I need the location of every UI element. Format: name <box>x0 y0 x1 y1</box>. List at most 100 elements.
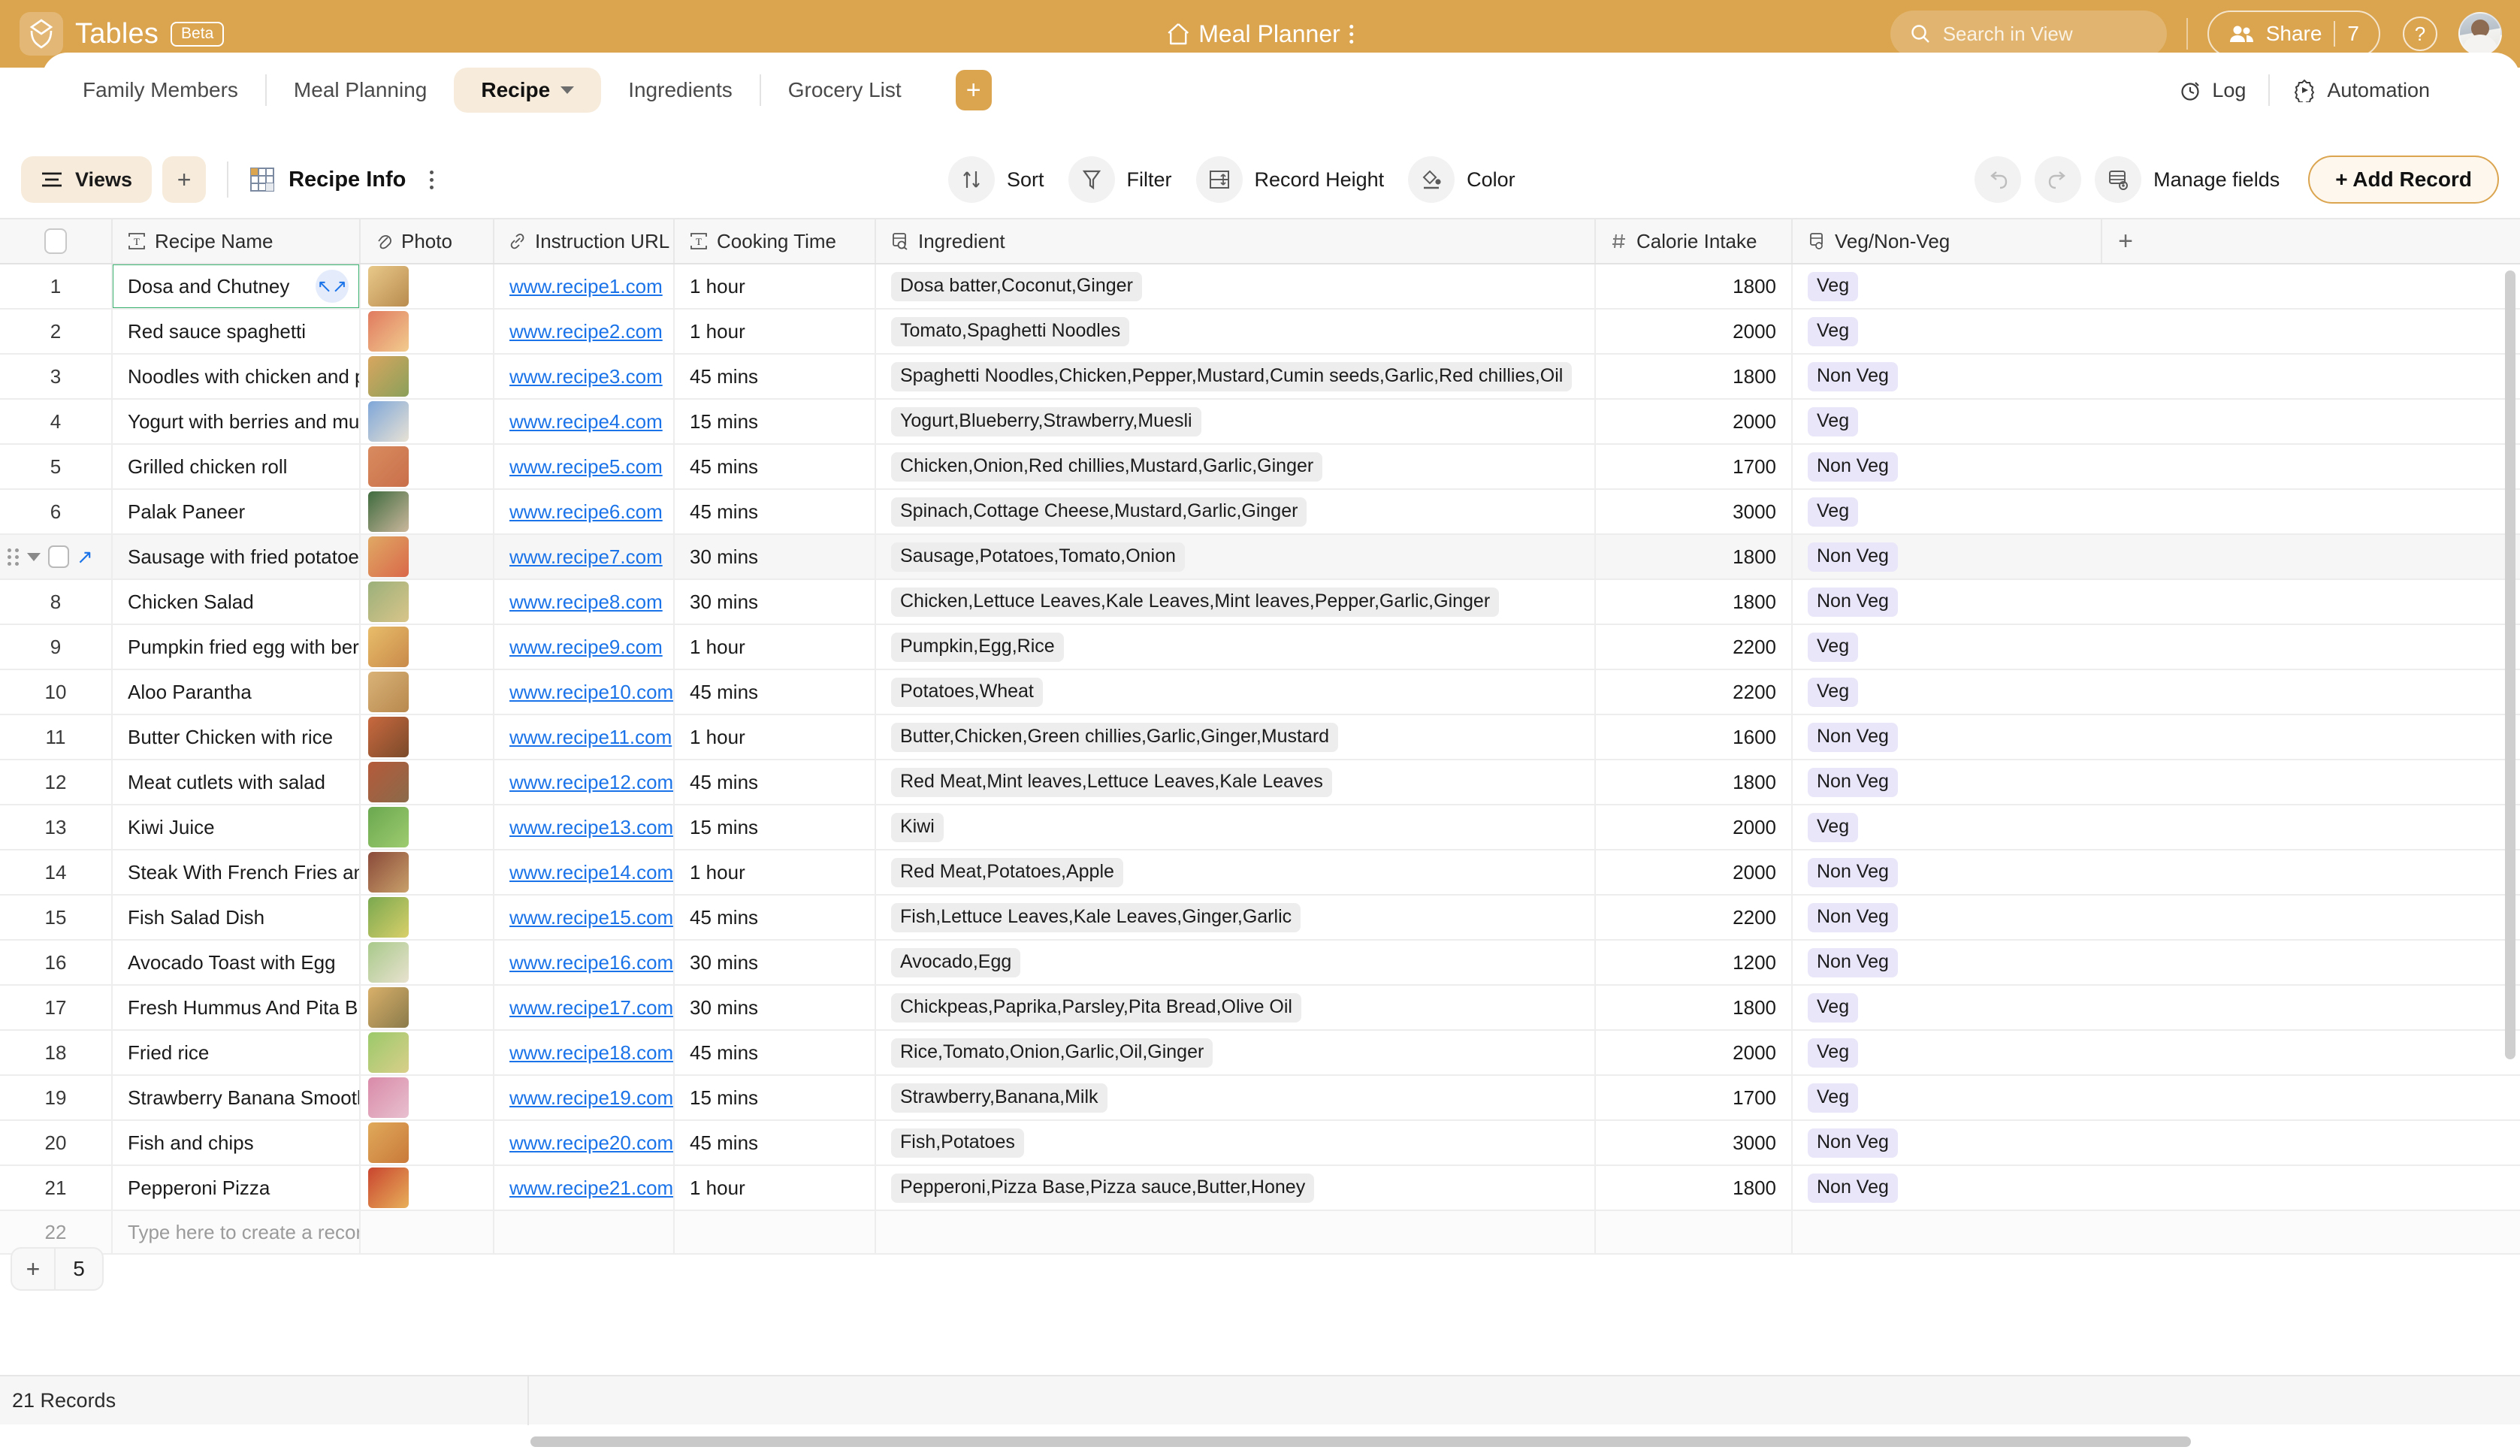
table-row[interactable]: 3 Noodles with chicken and peppers www.rec… <box>0 355 2520 400</box>
plus-icon[interactable]: + <box>12 1249 56 1289</box>
cell-cooking-time[interactable]: 30 mins <box>675 535 876 578</box>
row-number-cell[interactable]: 8 <box>0 580 113 624</box>
photo-thumbnail[interactable] <box>368 536 409 577</box>
add-table-button[interactable]: + <box>955 70 992 110</box>
cell-recipe-name[interactable]: Red sauce spaghetti <box>113 310 361 353</box>
photo-thumbnail[interactable] <box>368 1122 409 1163</box>
cell-instruction-url[interactable]: www.recipe7.com <box>494 535 675 578</box>
cell-veg-non-veg[interactable]: Veg <box>1793 490 2102 533</box>
table-row[interactable]: 21 Pepperoni Pizza www.recipe21.com 1 hour P… <box>0 1166 2520 1211</box>
cell-veg-non-veg[interactable]: Non Veg <box>1793 1121 2102 1164</box>
cell-calorie-intake[interactable]: 1800 <box>1596 1166 1793 1210</box>
question-mark-icon[interactable]: ? <box>2403 17 2437 51</box>
cell-photo[interactable] <box>361 625 494 669</box>
cell-ingredient[interactable]: Pumpkin,Egg,Rice <box>876 625 1596 669</box>
new-record-row[interactable]: 22 Type here to create a record <box>0 1211 2520 1255</box>
table-row[interactable]: 1 Dosa and Chutney ↖↗ www.recipe1.com 1 hour… <box>0 264 2520 310</box>
select-all-cell[interactable] <box>0 219 113 263</box>
cell-cooking-time[interactable]: 30 mins <box>675 941 876 984</box>
cell-calorie-intake[interactable]: 2000 <box>1596 310 1793 353</box>
cell-cooking-time[interactable]: 15 mins <box>675 805 876 849</box>
photo-thumbnail[interactable] <box>368 446 409 487</box>
table-row[interactable]: 20 Fish and chips www.recipe20.com 45 mins F… <box>0 1121 2520 1166</box>
instruction-url-link[interactable]: www.recipe11.com <box>509 726 672 749</box>
cell-instruction-url[interactable]: www.recipe2.com <box>494 310 675 353</box>
instruction-url-link[interactable]: www.recipe1.com <box>509 275 663 298</box>
instruction-url-link[interactable]: www.recipe15.com <box>509 906 673 929</box>
cell-calorie-intake[interactable]: 1800 <box>1596 355 1793 398</box>
cell-ingredient[interactable]: Chicken,Onion,Red chillies,Mustard,Garli… <box>876 445 1596 488</box>
cell-cooking-time[interactable]: 45 mins <box>675 1121 876 1164</box>
cell-ingredient[interactable]: Dosa batter,Coconut,Ginger <box>876 264 1596 308</box>
cell-ingredient[interactable]: Fish,Potatoes <box>876 1121 1596 1164</box>
column-header-ingredient[interactable]: Ingredient <box>876 219 1596 263</box>
table-row[interactable]: 19 Strawberry Banana Smoothie www.recipe19… <box>0 1076 2520 1121</box>
cell-photo[interactable] <box>361 760 494 804</box>
cell-ingredient[interactable]: Chicken,Lettuce Leaves,Kale Leaves,Mint … <box>876 580 1596 624</box>
cell-instruction-url[interactable]: www.recipe12.com <box>494 760 675 804</box>
cell-recipe-name[interactable]: Fish Salad Dish <box>113 896 361 939</box>
cell-recipe-name[interactable]: Fish and chips <box>113 1121 361 1164</box>
photo-thumbnail[interactable] <box>368 491 409 532</box>
table-row[interactable]: 4 Yogurt with berries and muesli www.recip… <box>0 400 2520 445</box>
cell-ingredient[interactable]: Butter,Chicken,Green chillies,Garlic,Gin… <box>876 715 1596 759</box>
photo-thumbnail[interactable] <box>368 356 409 397</box>
cell-calorie-intake[interactable]: 1800 <box>1596 580 1793 624</box>
expand-record-icon[interactable]: ↖↗ <box>316 270 349 303</box>
cell-cooking-time[interactable]: 1 hour <box>675 850 876 894</box>
cell-photo[interactable] <box>361 264 494 308</box>
row-number-cell[interactable]: 10 <box>0 670 113 714</box>
cell-recipe-name[interactable]: Yogurt with berries and muesli <box>113 400 361 443</box>
log-button[interactable]: Log <box>2156 79 2268 102</box>
photo-thumbnail[interactable] <box>368 581 409 622</box>
cell-veg-non-veg[interactable]: Veg <box>1793 805 2102 849</box>
row-number-cell[interactable]: 6 <box>0 490 113 533</box>
photo-thumbnail[interactable] <box>368 717 409 757</box>
row-number-cell[interactable]: 1 <box>0 264 113 308</box>
cell-recipe-name[interactable]: Pepperoni Pizza <box>113 1166 361 1210</box>
table-row[interactable]: ↗ Sausage with fried potatoes and vegetab… <box>0 535 2520 580</box>
instruction-url-link[interactable]: www.recipe3.com <box>509 365 663 388</box>
row-number-cell[interactable]: 16 <box>0 941 113 984</box>
cell-instruction-url[interactable]: www.recipe16.com <box>494 941 675 984</box>
cell-photo[interactable] <box>361 941 494 984</box>
manage-fields-button[interactable]: Manage fields <box>2095 156 2287 203</box>
cell-recipe-name[interactable]: Grilled chicken roll <box>113 445 361 488</box>
cell-cooking-time[interactable]: 1 hour <box>675 310 876 353</box>
add-field-button[interactable]: + <box>2102 219 2149 263</box>
cell-recipe-name[interactable]: Aloo Parantha <box>113 670 361 714</box>
row-number-cell[interactable]: 12 <box>0 760 113 804</box>
instruction-url-link[interactable]: www.recipe17.com <box>509 996 673 1020</box>
cell-instruction-url[interactable]: www.recipe9.com <box>494 625 675 669</box>
cell-veg-non-veg[interactable]: Non Veg <box>1793 760 2102 804</box>
cell-ingredient[interactable]: Chickpeas,Paprika,Parsley,Pita Bread,Oli… <box>876 986 1596 1029</box>
cell-calorie-intake[interactable]: 3000 <box>1596 490 1793 533</box>
share-button[interactable]: Share 7 <box>2207 11 2380 57</box>
photo-thumbnail[interactable] <box>368 1168 409 1208</box>
cell-recipe-name[interactable]: Palak Paneer <box>113 490 361 533</box>
instruction-url-link[interactable]: www.recipe13.com <box>509 816 673 839</box>
table-row[interactable]: 16 Avocado Toast with Egg www.recipe16.com… <box>0 941 2520 986</box>
cell-recipe-name[interactable]: Fried rice <box>113 1031 361 1074</box>
cell-veg-non-veg[interactable]: Veg <box>1793 625 2102 669</box>
cell-veg-non-veg[interactable]: Veg <box>1793 670 2102 714</box>
cell-ingredient[interactable]: Pepperoni,Pizza Base,Pizza sauce,Butter,… <box>876 1166 1596 1210</box>
cell-ingredient[interactable]: Fish,Lettuce Leaves,Kale Leaves,Ginger,G… <box>876 896 1596 939</box>
cell-photo[interactable] <box>361 580 494 624</box>
photo-thumbnail[interactable] <box>368 762 409 802</box>
photo-thumbnail[interactable] <box>368 1077 409 1118</box>
instruction-url-link[interactable]: www.recipe2.com <box>509 320 663 343</box>
row-number-cell[interactable]: 3 <box>0 355 113 398</box>
instruction-url-link[interactable]: www.recipe19.com <box>509 1086 673 1110</box>
table-row[interactable]: 17 Fresh Hummus And Pita Bread www.recipe1… <box>0 986 2520 1031</box>
add-rows-count[interactable]: 5 <box>56 1249 102 1289</box>
cell-photo[interactable] <box>361 490 494 533</box>
cell-photo[interactable] <box>361 1121 494 1164</box>
cell-calorie-intake[interactable]: 2000 <box>1596 805 1793 849</box>
table-row[interactable]: 9 Pumpkin fried egg with berry rice www.re… <box>0 625 2520 670</box>
photo-thumbnail[interactable] <box>368 401 409 442</box>
cell-instruction-url[interactable]: www.recipe4.com <box>494 400 675 443</box>
new-record-cell[interactable] <box>675 1211 876 1253</box>
cell-ingredient[interactable]: Avocado,Egg <box>876 941 1596 984</box>
instruction-url-link[interactable]: www.recipe8.com <box>509 591 663 614</box>
